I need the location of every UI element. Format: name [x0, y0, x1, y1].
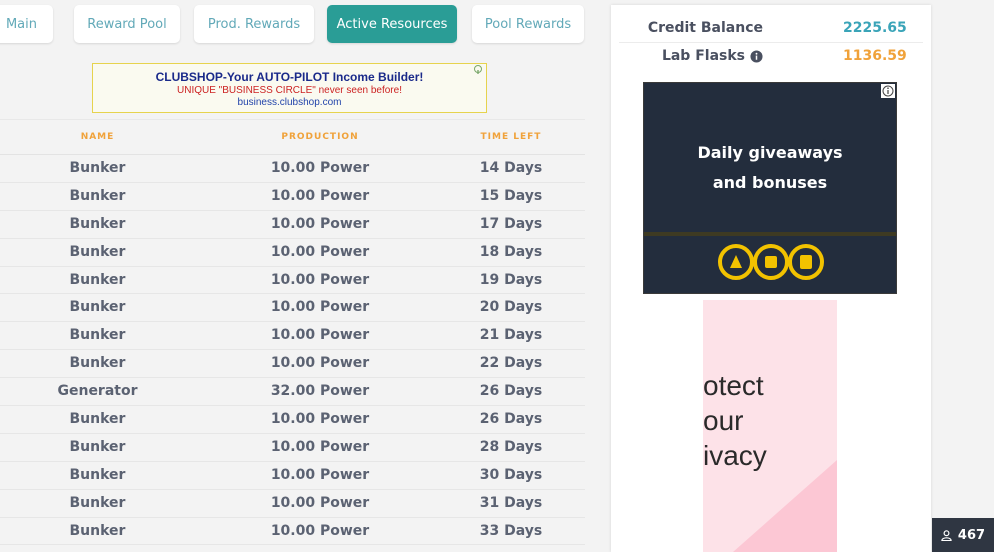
- table-row: Bunker 10.00 Power 22 Days: [0, 350, 585, 379]
- resource-time-left: 22 Days: [479, 355, 543, 372]
- table-row: Bunker 10.00 Power 19 Days: [0, 267, 585, 295]
- resource-production: 10.00 Power: [270, 522, 370, 539]
- table-row: Bunker 10.00 Power 18 Days: [0, 239, 585, 267]
- resource-name: Bunker: [69, 243, 126, 260]
- lab-flasks-row: Lab Flasks 1136.59: [619, 42, 923, 70]
- tab-prod-rewards[interactable]: Prod. Rewards: [194, 5, 314, 43]
- balance-panel: Credit Balance 2225.65 Lab Flasks 1136.5…: [611, 5, 931, 552]
- resource-production: 10.00 Power: [270, 299, 370, 316]
- clubshop-banner-ad[interactable]: CLUBSHOP-Your AUTO-PILOT Income Builder!…: [92, 63, 487, 113]
- resource-name: Bunker: [69, 299, 126, 316]
- resource-time-left: 26 Days: [479, 411, 543, 428]
- tab-main[interactable]: Main: [0, 5, 53, 43]
- tab-pool-rewards[interactable]: Pool Rewards: [472, 5, 584, 43]
- table-row: Generator 32.00 Power 26 Days: [0, 378, 585, 407]
- resource-time-left: 26 Days: [479, 383, 543, 400]
- resource-name: Generator: [57, 383, 138, 400]
- users-online-badge[interactable]: 467: [932, 518, 994, 552]
- resource-production: 10.00 Power: [270, 187, 370, 204]
- resource-name: Bunker: [69, 411, 126, 428]
- resource-time-left: 14 Days: [479, 160, 543, 176]
- giveaways-ad[interactable]: Daily giveaways and bonuses: [643, 82, 897, 294]
- banner-subline: UNIQUE "BUSINESS CIRCLE" never seen befo…: [177, 85, 402, 96]
- resource-time-left: 18 Days: [479, 243, 543, 260]
- resource-time-left: 31 Days: [479, 494, 543, 511]
- resource-time-left: 20 Days: [479, 299, 543, 316]
- table-row: Bunker 10.00 Power 31 Days: [0, 490, 585, 518]
- resource-production: 10.00 Power: [270, 355, 370, 372]
- resource-production: 10.00 Power: [270, 466, 370, 483]
- resource-production: 10.00 Power: [270, 494, 370, 511]
- resource-production: 10.00 Power: [270, 160, 370, 176]
- tab-active-resources[interactable]: Active Resources: [327, 5, 457, 43]
- resource-production: 32.00 Power: [270, 383, 370, 400]
- resource-production: 10.00 Power: [270, 327, 370, 344]
- header-time-left: TIME LEFT: [480, 132, 542, 142]
- resource-time-left: 17 Days: [479, 215, 543, 232]
- table-row: Bunker 10.00 Power 28 Days: [0, 434, 585, 462]
- ad-divider: [644, 232, 896, 236]
- resource-time-left: 30 Days: [479, 466, 543, 483]
- resource-name: Bunker: [69, 522, 126, 539]
- tab-reward-pool[interactable]: Reward Pool: [74, 5, 180, 43]
- resource-production: 10.00 Power: [270, 271, 370, 288]
- table-header: NAME PRODUCTION TIME LEFT: [0, 119, 585, 155]
- tab-bar: Main Reward Pool Prod. Rewards Active Re…: [0, 5, 600, 43]
- lab-flasks-label: Lab Flasks: [661, 48, 745, 64]
- lab-flasks-value: 1136.59: [843, 48, 907, 64]
- table-row: Bunker 10.00 Power 21 Days: [0, 322, 585, 351]
- resource-name: Bunker: [69, 466, 126, 483]
- resource-name: Bunker: [69, 327, 126, 344]
- resource-production: 10.00 Power: [270, 215, 370, 232]
- resource-name: Bunker: [69, 438, 126, 455]
- users-online-count: 467: [957, 527, 986, 543]
- ad-choices-icon[interactable]: [473, 65, 483, 75]
- credit-balance-row: Credit Balance 2225.65: [619, 14, 923, 43]
- pink-ad-line3: ivacy: [703, 440, 767, 471]
- resource-time-left: 21 Days: [479, 327, 543, 344]
- resource-name: Bunker: [69, 494, 126, 511]
- ad-text-line2: and bonuses: [712, 173, 828, 192]
- table-body: Bunker 10.00 Power 14 Days Bunker 10.00 Powe…: [0, 155, 585, 546]
- privacy-ad[interactable]: otect our ivacy: [703, 300, 837, 552]
- pink-ad-line1: otect: [703, 370, 764, 401]
- table-row: Bunker 10.00 Power 14 Days: [0, 155, 585, 183]
- ad-text-line1: Daily giveaways: [697, 143, 843, 162]
- info-icon[interactable]: [750, 49, 763, 63]
- resource-name: Bunker: [69, 215, 126, 232]
- resource-name: Bunker: [69, 355, 126, 372]
- resource-time-left: 19 Days: [479, 271, 543, 288]
- credit-balance-value: 2225.65: [843, 20, 907, 36]
- banner-link[interactable]: business.clubshop.com: [93, 97, 486, 108]
- resource-production: 10.00 Power: [270, 243, 370, 260]
- pink-ad-line2: our: [703, 405, 744, 436]
- coin-logos-icon: [718, 244, 824, 280]
- table-row: Bunker 10.00 Power 15 Days: [0, 183, 585, 211]
- active-resources-table: NAME PRODUCTION TIME LEFT Bunker 10.00 Po…: [0, 119, 585, 546]
- user-icon: [941, 529, 952, 541]
- banner-headline: CLUBSHOP-Your AUTO-PILOT Income Builder!: [155, 70, 424, 84]
- table-row: Bunker 10.00 Power 20 Days: [0, 294, 585, 323]
- resource-name: Bunker: [69, 160, 126, 176]
- table-row: Bunker 10.00 Power 30 Days: [0, 462, 585, 490]
- credit-balance-label: Credit Balance: [647, 20, 763, 36]
- resource-production: 10.00 Power: [270, 411, 370, 428]
- resource-time-left: 33 Days: [479, 522, 543, 539]
- header-production: PRODUCTION: [281, 132, 359, 142]
- table-row: Bunker 10.00 Power 26 Days: [0, 406, 585, 434]
- header-name: NAME: [80, 132, 115, 142]
- table-row: Bunker 10.00 Power 17 Days: [0, 211, 585, 239]
- resource-name: Bunker: [69, 187, 126, 204]
- resource-name: Bunker: [69, 271, 126, 288]
- resource-time-left: 15 Days: [479, 187, 543, 204]
- resource-time-left: 28 Days: [479, 438, 543, 455]
- ad-info-icon[interactable]: [881, 84, 895, 98]
- resource-production: 10.00 Power: [270, 438, 370, 455]
- table-row: Bunker 10.00 Power 33 Days: [0, 518, 585, 546]
